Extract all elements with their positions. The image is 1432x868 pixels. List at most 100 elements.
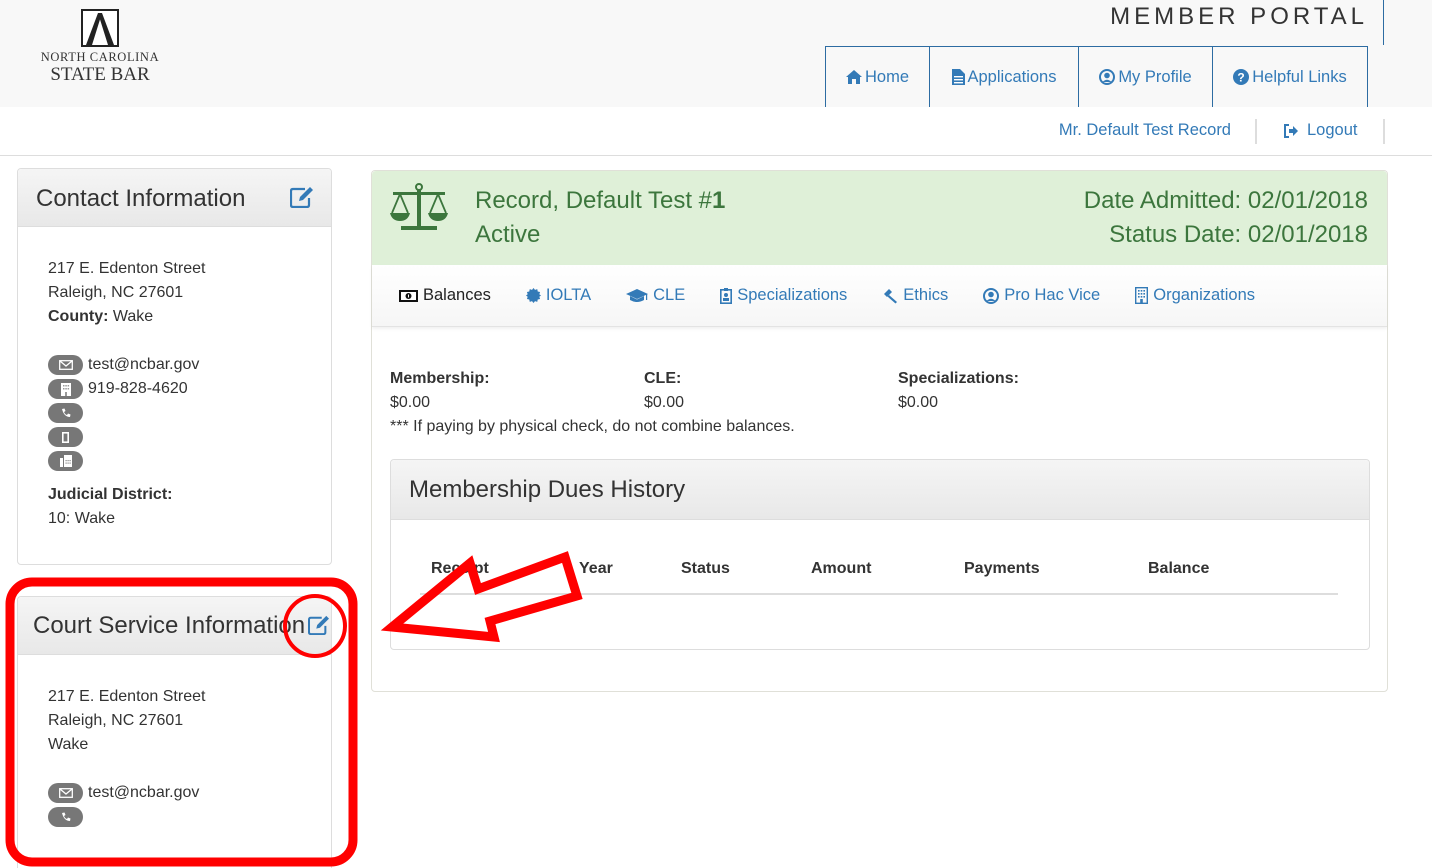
balance-label: CLE: (644, 370, 682, 387)
balance-cle: CLE: $0.00 (644, 367, 894, 415)
graduation-cap-icon (626, 288, 649, 303)
nav-applications[interactable]: Applications (930, 47, 1079, 107)
court-email[interactable]: test@ncbar.gov (88, 781, 199, 805)
portal-title: MEMBER PORTAL (1110, 3, 1368, 30)
divider (1383, 119, 1385, 144)
logout-link[interactable]: Logout (1283, 121, 1357, 140)
county-value: Wake (112, 308, 154, 325)
panel-header: Contact Information (18, 169, 331, 227)
contact-mobile-row (48, 425, 331, 449)
envelope-icon (48, 783, 83, 803)
tab-label: IOLTA (545, 286, 592, 304)
gavel-icon (882, 288, 898, 304)
column-header-payments[interactable]: Payments (964, 560, 1040, 578)
balance-label: Specializations: (898, 370, 1019, 387)
balance-scale-icon (389, 183, 449, 238)
ncbar-logo[interactable]: NORTH CAROLINA STATE BAR (34, 9, 166, 84)
nav-my-profile-label: My Profile (1118, 67, 1192, 86)
record-header: Record, Default Test #1 Active Date Admi… (372, 171, 1387, 265)
panel-header: Membership Dues History (391, 460, 1369, 520)
panel-title: Contact Information (36, 185, 246, 212)
user-bar: Mr. Default Test Record Logout (0, 107, 1432, 156)
contact-office-phone: 919-828-4620 (88, 380, 188, 397)
panel-header: Court Service Information (18, 597, 331, 655)
main-nav: Home Applications My Profile ? Helpful L… (825, 46, 1368, 107)
nav-home[interactable]: Home (826, 47, 930, 107)
money-icon (399, 289, 418, 302)
status-date: Status Date: 02/01/2018 (1109, 221, 1368, 248)
address-line1: 217 E. Edenton Street (48, 260, 206, 277)
tab-label: Specializations (737, 286, 848, 304)
contact-phone-row (48, 401, 331, 425)
tab-iolta[interactable]: IOLTA (525, 286, 592, 305)
member-status: Active (475, 221, 541, 248)
address-line1: 217 E. Edenton Street (48, 688, 206, 705)
balance-value: $0.00 (898, 394, 939, 411)
membership-dues-history-panel: Membership Dues History Receipt Year Sta… (390, 459, 1370, 650)
judicial-district-label: Judicial District: (48, 486, 173, 503)
user-circle-icon (983, 287, 1000, 304)
id-badge-icon (720, 287, 733, 304)
contact-email[interactable]: test@ncbar.gov (88, 353, 199, 377)
tab-label: Ethics (903, 286, 949, 304)
balance-specializations: Specializations: $0.00 (898, 367, 1148, 415)
column-header-year[interactable]: Year (579, 560, 613, 578)
balance-membership: Membership: $0.00 (390, 367, 640, 415)
member-record-panel: Record, Default Test #1 Active Date Admi… (371, 170, 1388, 692)
panel-body: 217 E. Edenton Street Raleigh, NC 27601 … (18, 655, 331, 829)
tab-specializations[interactable]: Specializations (720, 286, 847, 305)
header: NORTH CAROLINA STATE BAR MEMBER PORTAL H… (0, 0, 1432, 107)
contact-fax-row (48, 449, 331, 473)
logo-line2: STATE BAR (50, 64, 150, 85)
phone-icon (48, 403, 83, 423)
balance-note: *** If paying by physical check, do not … (390, 418, 795, 435)
contact-edit-icon[interactable] (289, 186, 314, 213)
tab-label: Organizations (1153, 286, 1256, 304)
nav-my-profile[interactable]: My Profile (1079, 47, 1213, 107)
divider (1383, 0, 1384, 45)
court-service-information-panel: Court Service Information 217 E. Edenton… (17, 596, 332, 868)
tab-label: Pro Hac Vice (1004, 286, 1101, 304)
balance-value: $0.00 (644, 394, 685, 411)
tab-organizations[interactable]: Organizations (1135, 286, 1255, 305)
envelope-icon (48, 355, 83, 375)
building-icon (48, 379, 83, 399)
tab-pro-hac-vice[interactable]: Pro Hac Vice (983, 286, 1100, 305)
question-circle-icon: ? (1233, 69, 1250, 85)
column-header-amount[interactable]: Amount (811, 560, 871, 578)
column-header-receipt[interactable]: Receipt (431, 560, 489, 578)
building-icon (1135, 287, 1149, 304)
logout-label: Logout (1307, 121, 1358, 139)
nav-helpful-links-label: Helpful Links (1252, 67, 1347, 86)
panel-body: 217 E. Edenton Street Raleigh, NC 27601 … (18, 227, 331, 531)
tab-ethics[interactable]: Ethics (882, 286, 948, 305)
divider (1255, 119, 1257, 144)
contact-office-phone-row: 919-828-4620 (48, 377, 331, 401)
date-admitted: Date Admitted: 02/01/2018 (1083, 187, 1368, 214)
judicial-district-value: 10: Wake (48, 510, 115, 527)
phone-icon (48, 807, 83, 827)
fax-icon (48, 451, 83, 471)
home-icon (845, 70, 862, 84)
column-header-status[interactable]: Status (681, 560, 730, 578)
court-service-edit-icon[interactable] (308, 615, 330, 640)
county: Wake (48, 736, 89, 753)
address-line2: Raleigh, NC 27601 (48, 712, 184, 729)
record-tabs: Balances IOLTA CLE Specializations Ethic… (372, 265, 1387, 327)
column-header-balance[interactable]: Balance (1148, 560, 1209, 578)
county-label: County: (48, 308, 109, 325)
panel-title: Membership Dues History (409, 476, 686, 503)
member-name: Record, Default Test #1 (475, 187, 726, 214)
user-name-link[interactable]: Mr. Default Test Record (1059, 121, 1231, 140)
address-line2: Raleigh, NC 27601 (48, 284, 184, 301)
nav-helpful-links[interactable]: ? Helpful Links (1213, 47, 1367, 107)
mobile-icon (48, 427, 83, 447)
nav-home-label: Home (864, 67, 909, 86)
nav-applications-label: Applications (967, 67, 1057, 86)
tab-cle[interactable]: CLE (626, 286, 685, 305)
logo-line1: NORTH CAROLINA (40, 50, 160, 64)
contact-information-panel: Contact Information 217 E. Edenton Stree… (17, 168, 332, 565)
certificate-icon (525, 288, 541, 303)
county: County: Wake (48, 305, 331, 329)
tab-balances[interactable]: Balances (399, 286, 491, 305)
